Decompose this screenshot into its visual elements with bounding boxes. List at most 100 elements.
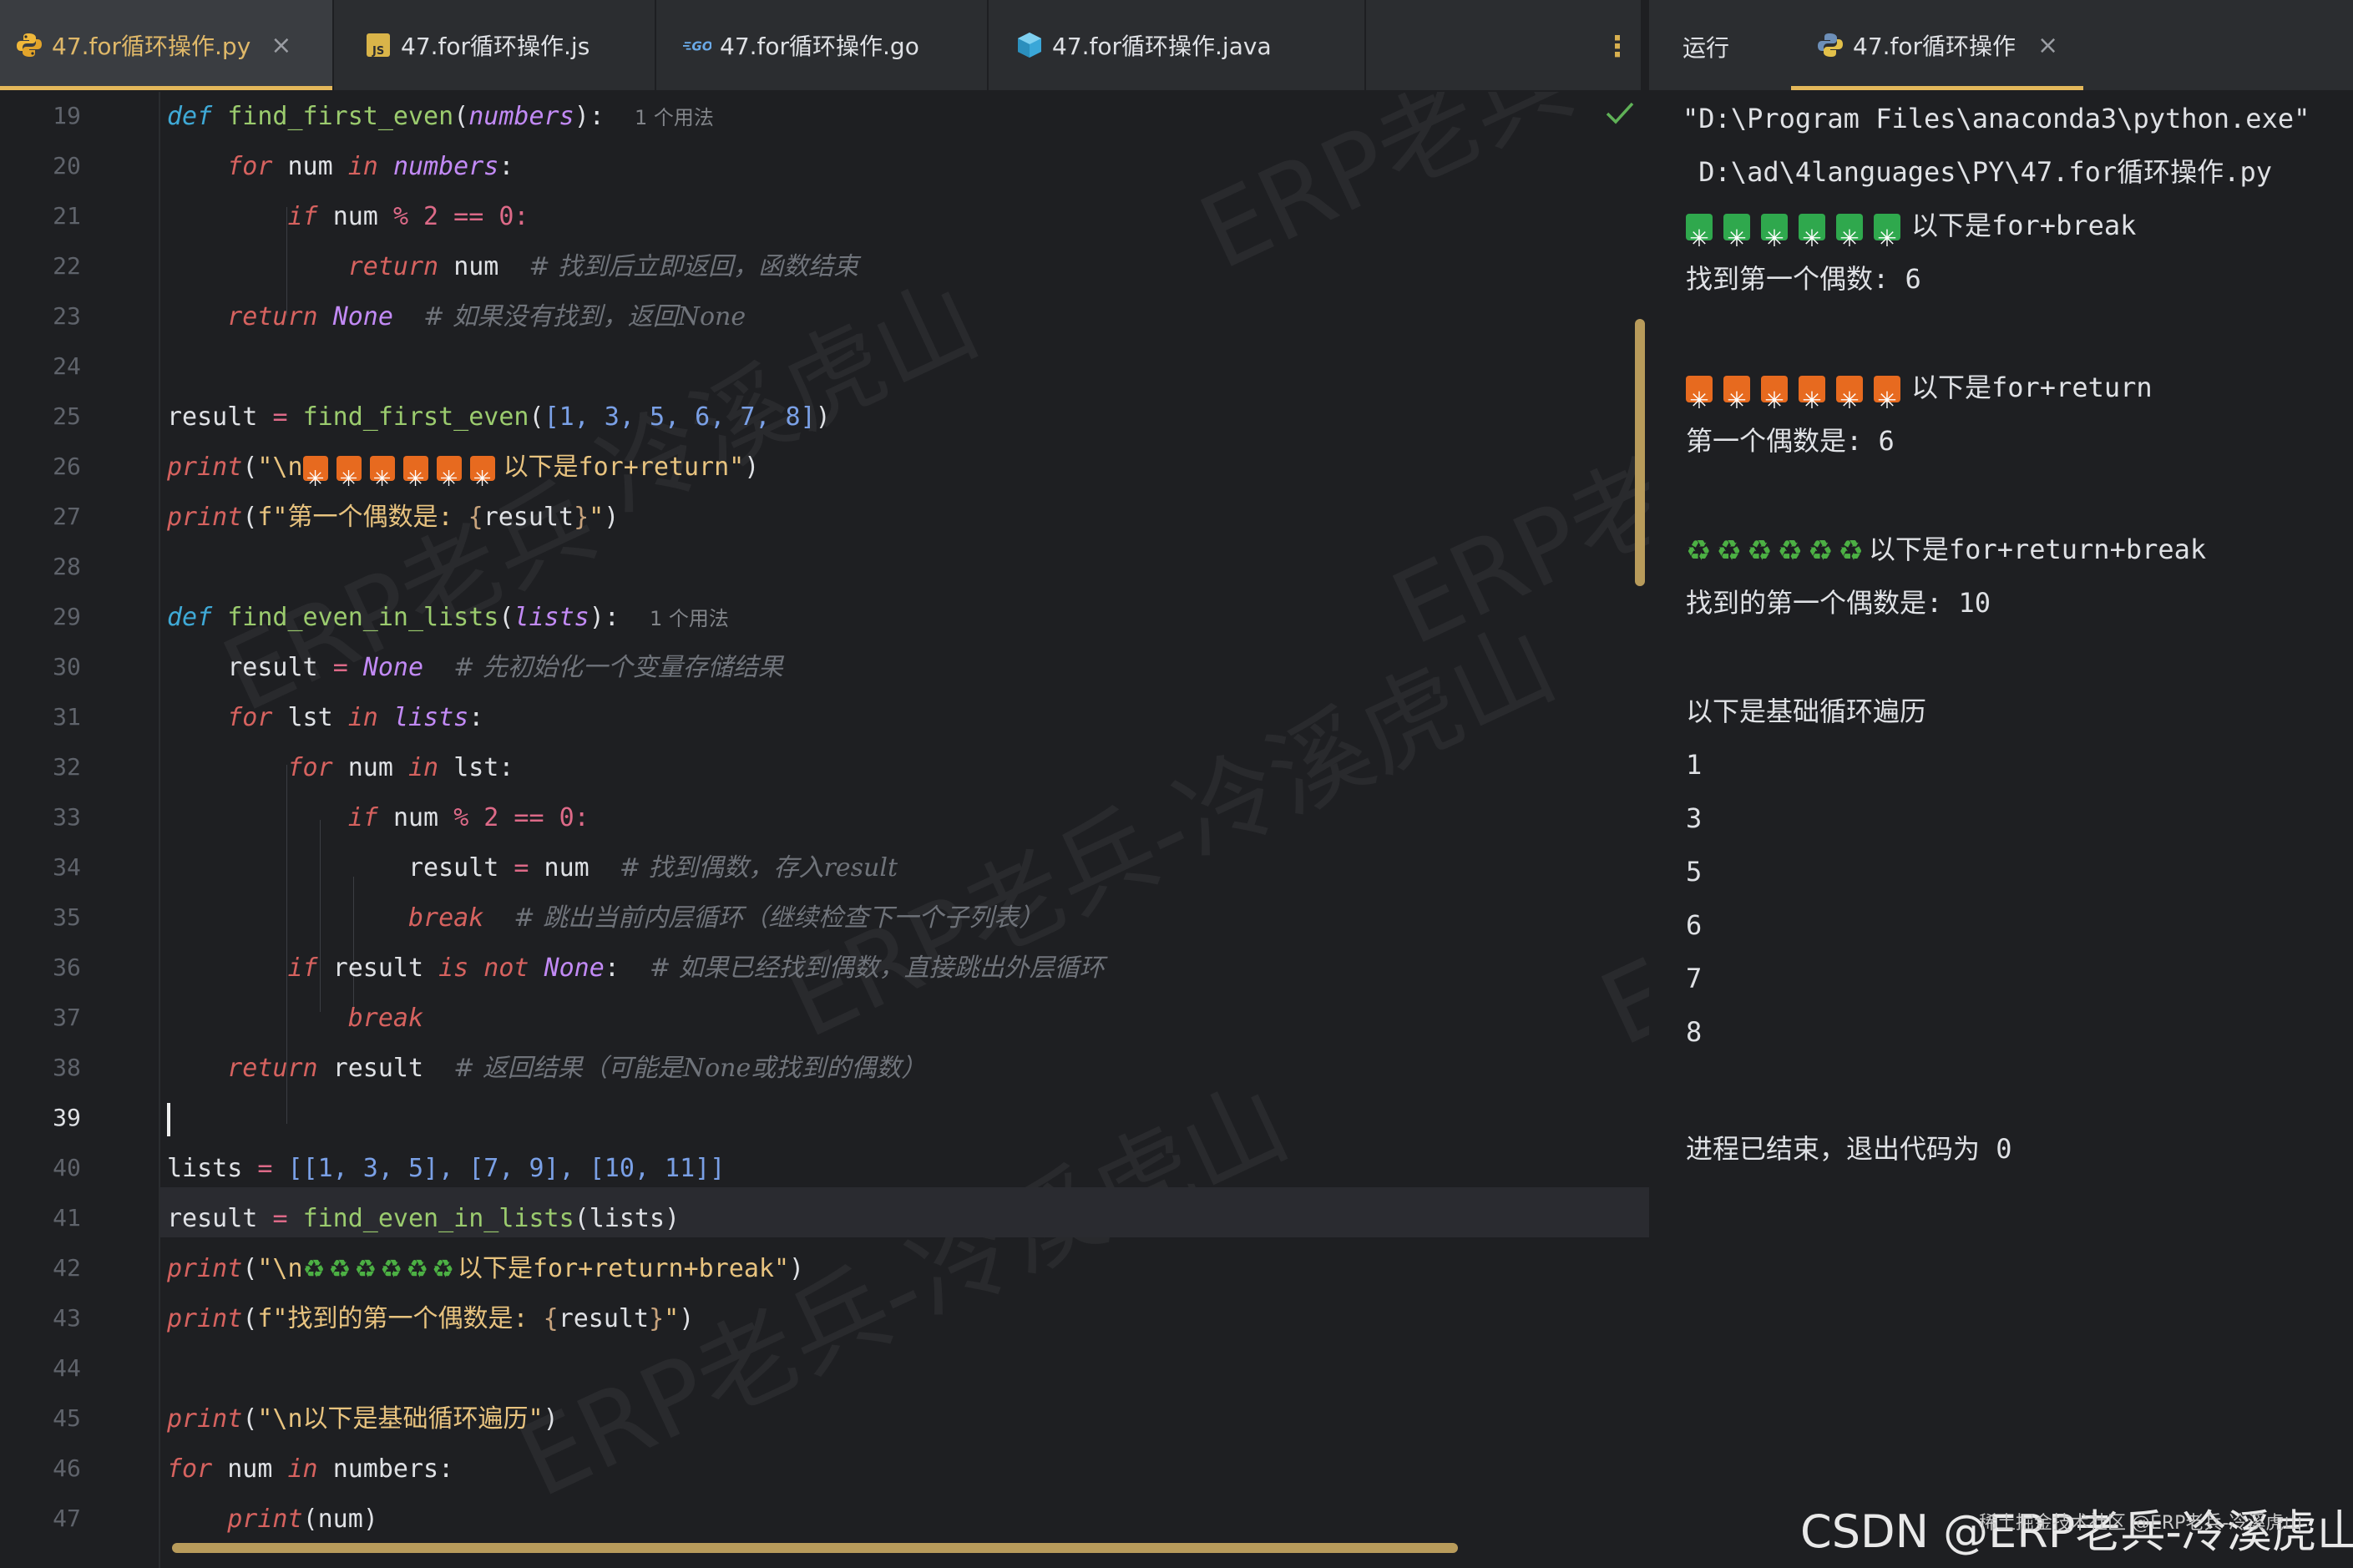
orange-star-icon: ✳: [1874, 376, 1900, 414]
green-star-icon: ✳: [1799, 214, 1825, 252]
line-number: 41: [53, 1204, 81, 1232]
run-panel-label: 运行: [1683, 34, 1730, 62]
console-section-header: ✳ ✳ ✳ ✳ ✳ ✳ 以下是for+return: [1686, 361, 2153, 414]
line-number-gutter: 19 20 21 22 23 24 25 26 27 28 29 30 31 32 33 34 35 36 37 38…: [0, 92, 159, 1568]
console-loop-value: 6: [1686, 909, 1703, 941]
line-number: 32: [53, 753, 81, 781]
recycle-icon: ♻: [432, 1254, 454, 1284]
orange-star-icon: ✳: [336, 455, 362, 492]
code-line: result = find_even_in_lists(lists): [167, 1204, 681, 1233]
svg-text:JS: JS: [372, 45, 384, 58]
line-number: 21: [53, 202, 81, 230]
console-loop-value: 1: [1686, 749, 1703, 781]
line-number: 46: [53, 1454, 81, 1482]
recycle-icon: ♻: [1686, 534, 1712, 568]
code-line: result = None # 先初始化一个变量存储结果: [227, 653, 783, 682]
console-command: "D:\Program Files\anaconda3\python.exe": [1683, 103, 2310, 134]
green-star-icon: ✳: [1723, 214, 1750, 252]
console-section-header: ♻ ♻ ♻ ♻ ♻ ♻ 以下是for+return+break: [1686, 523, 2206, 576]
line-number: 19: [53, 102, 81, 129]
line-number: 40: [53, 1154, 81, 1181]
code-line: return result # 返回结果（可能是None或找到的偶数）: [227, 1054, 927, 1083]
close-icon[interactable]: ×: [271, 31, 291, 60]
tab-js[interactable]: JS 47.for循环操作.js: [342, 0, 656, 90]
code-line: print(f"第一个偶数是: {result}"): [167, 503, 620, 532]
line-number: 29: [53, 603, 81, 630]
console-command: D:\ad\4languages\PY\47.for循环操作.py: [1683, 156, 2272, 188]
line-number: 24: [53, 352, 81, 380]
green-star-icon: ✳: [1874, 214, 1900, 252]
line-number: 26: [53, 453, 81, 480]
code-line: return None # 如果没有找到，返回None: [227, 302, 746, 331]
line-number: 34: [53, 853, 81, 881]
green-star-icon: ✳: [1686, 214, 1713, 252]
recycle-icon: ♻: [1777, 534, 1803, 568]
code-line: if num % 2 == 0:: [347, 803, 590, 832]
line-number: 31: [53, 703, 81, 731]
recycle-icon: ♻: [1807, 534, 1834, 568]
line-number: 30: [53, 653, 81, 680]
orange-star-icon: ✳: [1836, 376, 1863, 414]
code-line: if result is not None: # 如果已经找到偶数，直接跳出外层…: [287, 953, 1105, 983]
code-line: def find_even_in_lists(lists): 1 个用法: [167, 603, 729, 632]
code-line: print("\n以下是基础循环遍历"): [167, 1404, 559, 1434]
line-number: 28: [53, 553, 81, 580]
vertical-scrollbar[interactable]: [1635, 319, 1645, 586]
console-section-header: ✳ ✳ ✳ ✳ ✳ ✳ 以下是for+break: [1686, 199, 2136, 252]
svg-text:GO: GO: [691, 39, 711, 54]
line-number: 35: [53, 903, 81, 931]
line-number: 38: [53, 1054, 81, 1081]
orange-star-icon: ✳: [1723, 376, 1750, 414]
line-number: 45: [53, 1404, 81, 1432]
console-loop-value: 5: [1686, 856, 1703, 888]
recycle-icon: ♻: [1716, 534, 1742, 568]
usage-hint[interactable]: 1 个用法: [650, 607, 729, 630]
line-number: 39: [53, 1104, 81, 1131]
tab-label: 47.for循环操作.java: [1052, 33, 1272, 60]
console-loop-value: 3: [1686, 802, 1703, 834]
console-loop-value: 8: [1686, 1016, 1703, 1048]
recycle-icon: ♻: [302, 1254, 326, 1284]
code-line: print("\n♻ ♻ ♻ ♻ ♻ ♻ 以下是for+return+break"): [167, 1244, 804, 1294]
run-tab[interactable]: 47.for循环操作 ×: [1791, 0, 2084, 90]
editor-tab-bar: 47.for循环操作.py × JS 47.for循环操作.js GO 47.f…: [0, 0, 1641, 92]
recycle-icon: ♻: [354, 1254, 377, 1284]
python-icon: [1816, 31, 1844, 59]
text-caret: [167, 1102, 170, 1136]
line-number: 33: [53, 803, 81, 831]
orange-star-icon: ✳: [436, 455, 462, 492]
tab-go[interactable]: GO 47.for循环操作.go: [658, 0, 989, 90]
horizontal-scrollbar[interactable]: [172, 1543, 1458, 1553]
juejin-watermark: 稀土掘金技术社区 @ERP老兵-冷溪虎山: [1979, 1513, 2303, 1534]
console-loop-header: 以下是基础循环遍历: [1686, 695, 1927, 727]
line-number: 36: [53, 953, 81, 981]
orange-star-icon: ✳: [369, 455, 395, 492]
more-menu-icon[interactable]: ⋮: [1603, 30, 1632, 63]
code-line: [167, 1094, 170, 1144]
java-file-icon: [1015, 31, 1044, 59]
green-star-icon: ✳: [1761, 214, 1788, 252]
console-result: 找到第一个偶数: 6: [1686, 263, 1921, 295]
recycle-icon: ♻: [1838, 534, 1864, 568]
orange-star-icon: ✳: [1761, 376, 1788, 414]
code-line: result = num # 找到偶数，存入result: [407, 853, 898, 883]
tab-java[interactable]: 47.for循环操作.java: [990, 0, 1366, 90]
code-line: for num in numbers:: [227, 152, 514, 181]
tab-py[interactable]: 47.for循环操作.py ×: [0, 0, 334, 90]
code-line: for lst in lists:: [227, 703, 484, 732]
go-file-icon: GO: [683, 31, 711, 59]
tab-label: 47.for循环操作.go: [720, 33, 919, 60]
close-icon[interactable]: ×: [2037, 31, 2058, 60]
code-line: for num in lst:: [287, 753, 514, 782]
run-console[interactable]: "D:\Program Files\anaconda3\python.exe" …: [1649, 92, 2353, 1568]
tab-label: 47.for循环操作.py: [52, 33, 251, 60]
usage-hint[interactable]: 1 个用法: [635, 106, 714, 129]
code-editor[interactable]: def find_first_even(numbers): 1 个用法 for …: [160, 92, 1655, 1568]
run-panel-header: 运行 47.for循环操作 ×: [1649, 0, 2353, 90]
check-icon[interactable]: [1605, 100, 1635, 129]
recycle-icon: ♻: [328, 1254, 352, 1284]
line-number: 47: [53, 1505, 81, 1532]
run-tab-label: 47.for循环操作: [1853, 33, 2016, 60]
console-result: 第一个偶数是: 6: [1686, 425, 1895, 457]
code-line: break # 跳出当前内层循环（继续检查下一个子列表）: [407, 903, 1045, 933]
